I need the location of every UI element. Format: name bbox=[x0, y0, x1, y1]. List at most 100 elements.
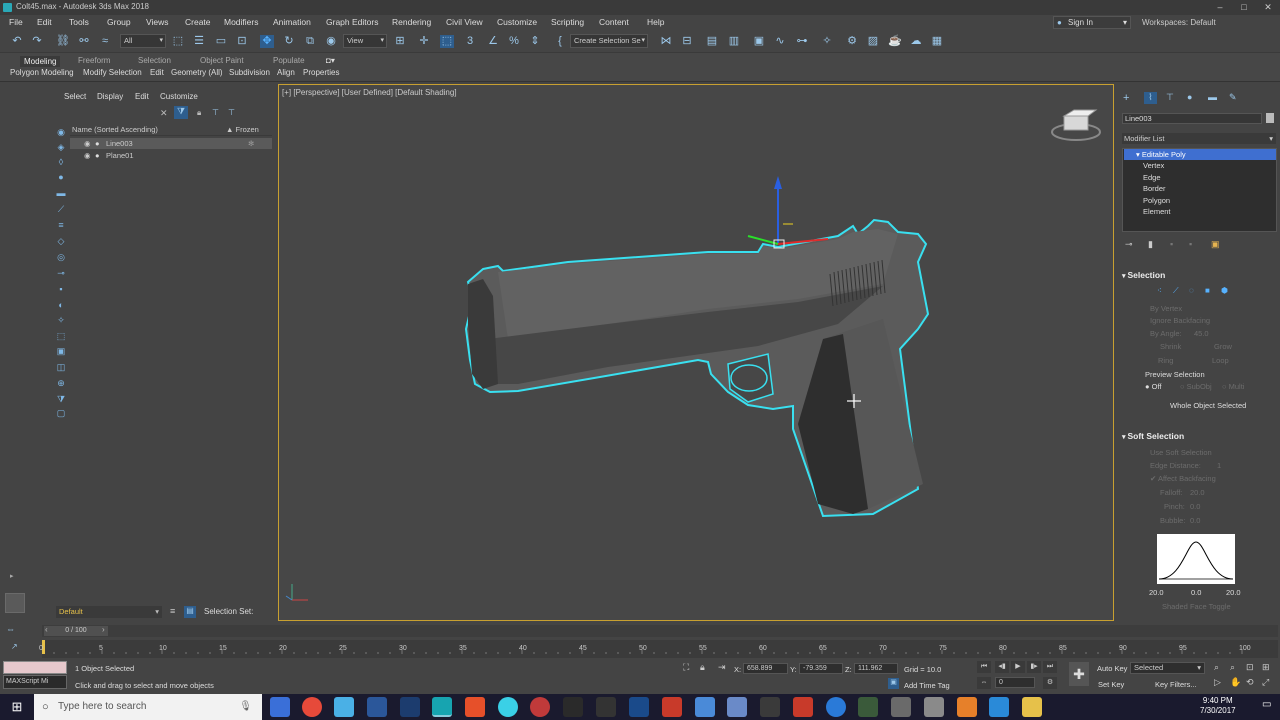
preview-multi-radio[interactable]: ○ Multi bbox=[1222, 382, 1244, 391]
helpers-filter-icon[interactable]: ▬ bbox=[55, 188, 67, 199]
layer-explorer-icon[interactable]: ▥ bbox=[727, 35, 741, 48]
maximize-viewport-icon[interactable]: ⤢ bbox=[1262, 677, 1269, 688]
by-vertex-checkbox[interactable]: By Vertex bbox=[1150, 304, 1182, 313]
modifier-list-dropdown[interactable]: Modifier List ▾ bbox=[1122, 133, 1276, 144]
hierarchy-icon[interactable]: ⊤ bbox=[212, 108, 219, 117]
window-crossing-icon[interactable]: ⊡ bbox=[235, 35, 249, 48]
ribbon-tab-freeform[interactable]: Freeform bbox=[78, 56, 110, 65]
menu-civil-view[interactable]: Civil View bbox=[446, 17, 483, 27]
viewport-layout-tab[interactable] bbox=[5, 593, 25, 613]
cameras-filter-icon[interactable]: ● bbox=[55, 172, 67, 183]
ribbon-options-icon[interactable]: ◘▾ bbox=[326, 56, 335, 65]
loop-button[interactable]: Loop bbox=[1212, 356, 1229, 365]
create-tab-icon[interactable]: + bbox=[1123, 92, 1129, 104]
column-name-header[interactable]: Name (Sorted Ascending) bbox=[72, 125, 158, 134]
soft-selection-rollout-header[interactable]: ▾ Soft Selection bbox=[1122, 431, 1272, 443]
app-icon[interactable] bbox=[629, 697, 649, 717]
scene-explorer-icon[interactable]: ▤ bbox=[705, 35, 719, 48]
set-keys-icon[interactable]: ✚ bbox=[1069, 662, 1089, 686]
lock-icon[interactable]: 🔒︎ bbox=[197, 108, 201, 118]
sort-icon[interactable]: ⊤ bbox=[228, 108, 235, 117]
workspaces-selector[interactable]: Workspaces: Default bbox=[1142, 18, 1216, 27]
microphone-icon[interactable]: 🎙︎ bbox=[239, 694, 252, 720]
word-icon[interactable] bbox=[367, 697, 387, 717]
ribbon-align[interactable]: Align bbox=[277, 68, 295, 77]
named-selection-set-dropdown[interactable]: Create Selection Se ▾ bbox=[570, 34, 648, 48]
windows-start-icon[interactable]: ⊞ bbox=[0, 694, 34, 720]
explorer-row[interactable]: ◉ ● Line003 ✻ bbox=[70, 138, 272, 149]
set-key-button[interactable]: Set Key bbox=[1098, 680, 1124, 689]
polygon-mode-icon[interactable]: ■ bbox=[1205, 286, 1210, 295]
snaps-toggle-icon[interactable]: 3 bbox=[463, 35, 477, 48]
space-warps-filter-icon[interactable]: ⟋ bbox=[55, 204, 67, 215]
stack-item-border[interactable]: Border bbox=[1124, 183, 1276, 194]
vertex-mode-icon[interactable]: ⁖ bbox=[1157, 286, 1162, 295]
chrome-icon[interactable] bbox=[302, 697, 322, 717]
select-object-icon[interactable]: ⬚ bbox=[171, 35, 185, 48]
percent-snap-icon[interactable]: % bbox=[507, 35, 521, 48]
rectangular-selection-icon[interactable]: ▭ bbox=[214, 35, 228, 48]
absolute-mode-icon[interactable]: ⇥ bbox=[718, 662, 726, 673]
reference-coordinate-dropdown[interactable]: View ▾ bbox=[343, 34, 387, 48]
menu-file[interactable]: File bbox=[9, 17, 23, 27]
ribbon-polygon-modeling[interactable]: Polygon Modeling bbox=[10, 68, 74, 77]
rendered-frame-window-icon[interactable]: ▨ bbox=[866, 35, 880, 48]
y-coordinate-field[interactable]: -79.359 bbox=[799, 663, 843, 674]
curve-editor-icon[interactable]: ∿ bbox=[773, 35, 787, 48]
app-icon[interactable] bbox=[662, 697, 682, 717]
ribbon-edit[interactable]: Edit bbox=[150, 68, 164, 77]
stack-item-edge[interactable]: Edge bbox=[1124, 172, 1276, 183]
app-icon[interactable] bbox=[563, 697, 583, 717]
select-and-place-icon[interactable]: ◉ bbox=[324, 35, 338, 48]
filter-icon[interactable]: ⧩ bbox=[174, 106, 188, 119]
open-mini-curve-editor-icon[interactable]: ⇔ bbox=[6, 624, 15, 634]
pin-stack-icon[interactable]: ⊸ bbox=[1125, 239, 1133, 250]
explorer-app-icon[interactable] bbox=[334, 697, 354, 717]
maxscript-mini-listener[interactable]: MAXScript Mi bbox=[3, 675, 67, 689]
menu-modifiers[interactable]: Modifiers bbox=[224, 17, 258, 27]
find-filter-icon[interactable]: ⊕ bbox=[55, 378, 67, 389]
shapes-filter-icon[interactable]: ◈ bbox=[55, 142, 67, 153]
expand-arrow-icon[interactable]: ▸ bbox=[10, 572, 14, 580]
key-set-dropdown[interactable]: Selected ▾ bbox=[1130, 662, 1205, 674]
time-slider-handle[interactable]: 0 / 100 bbox=[44, 626, 108, 636]
app-icon[interactable] bbox=[596, 697, 616, 717]
ribbon-tab-selection[interactable]: Selection bbox=[138, 56, 171, 65]
explorer-row[interactable]: ◉ ● Plane01 bbox=[70, 150, 272, 161]
app-icon[interactable] bbox=[826, 697, 846, 717]
falloff-spinner[interactable]: 20.0 bbox=[1190, 488, 1205, 497]
close-button[interactable]: ✕ bbox=[1256, 0, 1280, 15]
mirror-icon[interactable]: ⋈ bbox=[659, 35, 673, 48]
ignore-backfacing-checkbox[interactable]: Ignore Backfacing bbox=[1150, 316, 1210, 325]
bubble-spinner[interactable]: 0.0 bbox=[1190, 516, 1200, 525]
display-all-filter-icon[interactable]: ✧ bbox=[55, 315, 67, 326]
menu-help[interactable]: Help bbox=[647, 17, 664, 27]
selection-set-icon[interactable]: ▤ bbox=[184, 606, 196, 618]
explorer-tab-display[interactable]: Display bbox=[97, 92, 123, 101]
current-frame-field[interactable]: 0 bbox=[995, 677, 1035, 688]
menu-customize[interactable]: Customize bbox=[497, 17, 537, 27]
next-frame-icon[interactable]: › bbox=[102, 625, 105, 634]
selection-filter-dropdown[interactable]: All ▾ bbox=[120, 34, 166, 48]
lights-filter-icon[interactable]: ◊ bbox=[55, 157, 67, 168]
edge-distance-spinner[interactable]: 1 bbox=[1217, 461, 1221, 470]
viewport-scene[interactable] bbox=[278, 84, 1114, 621]
redo-icon[interactable]: ↷ bbox=[30, 35, 44, 48]
preview-subobj-radio[interactable]: ○ SubObj bbox=[1180, 382, 1212, 391]
minimize-button[interactable]: – bbox=[1208, 0, 1232, 15]
photoshop-icon[interactable] bbox=[400, 697, 420, 717]
layer-stack-icon[interactable]: ≡ bbox=[170, 606, 175, 616]
select-and-rotate-icon[interactable]: ↻ bbox=[282, 35, 296, 48]
app-icon[interactable] bbox=[989, 697, 1009, 717]
invert-filter-icon[interactable]: ▣ bbox=[55, 346, 67, 357]
select-and-move-icon[interactable]: ✥ bbox=[260, 35, 274, 48]
bind-space-warp-icon[interactable]: ≈ bbox=[98, 35, 112, 48]
ribbon-geometry[interactable]: Geometry (All) bbox=[171, 68, 223, 77]
geometry-filter-icon[interactable]: ◉ bbox=[55, 127, 67, 138]
ribbon-tab-modeling[interactable]: Modeling bbox=[20, 56, 61, 67]
go-to-end-icon[interactable]: ⏭ bbox=[1043, 661, 1057, 673]
key-mode-toggle-icon[interactable]: ⇔ bbox=[977, 677, 991, 689]
ribbon-subdivision[interactable]: Subdivision bbox=[229, 68, 270, 77]
stack-item-polygon[interactable]: Polygon bbox=[1124, 195, 1276, 206]
hidden-filter-icon[interactable]: ◐ bbox=[55, 300, 67, 311]
